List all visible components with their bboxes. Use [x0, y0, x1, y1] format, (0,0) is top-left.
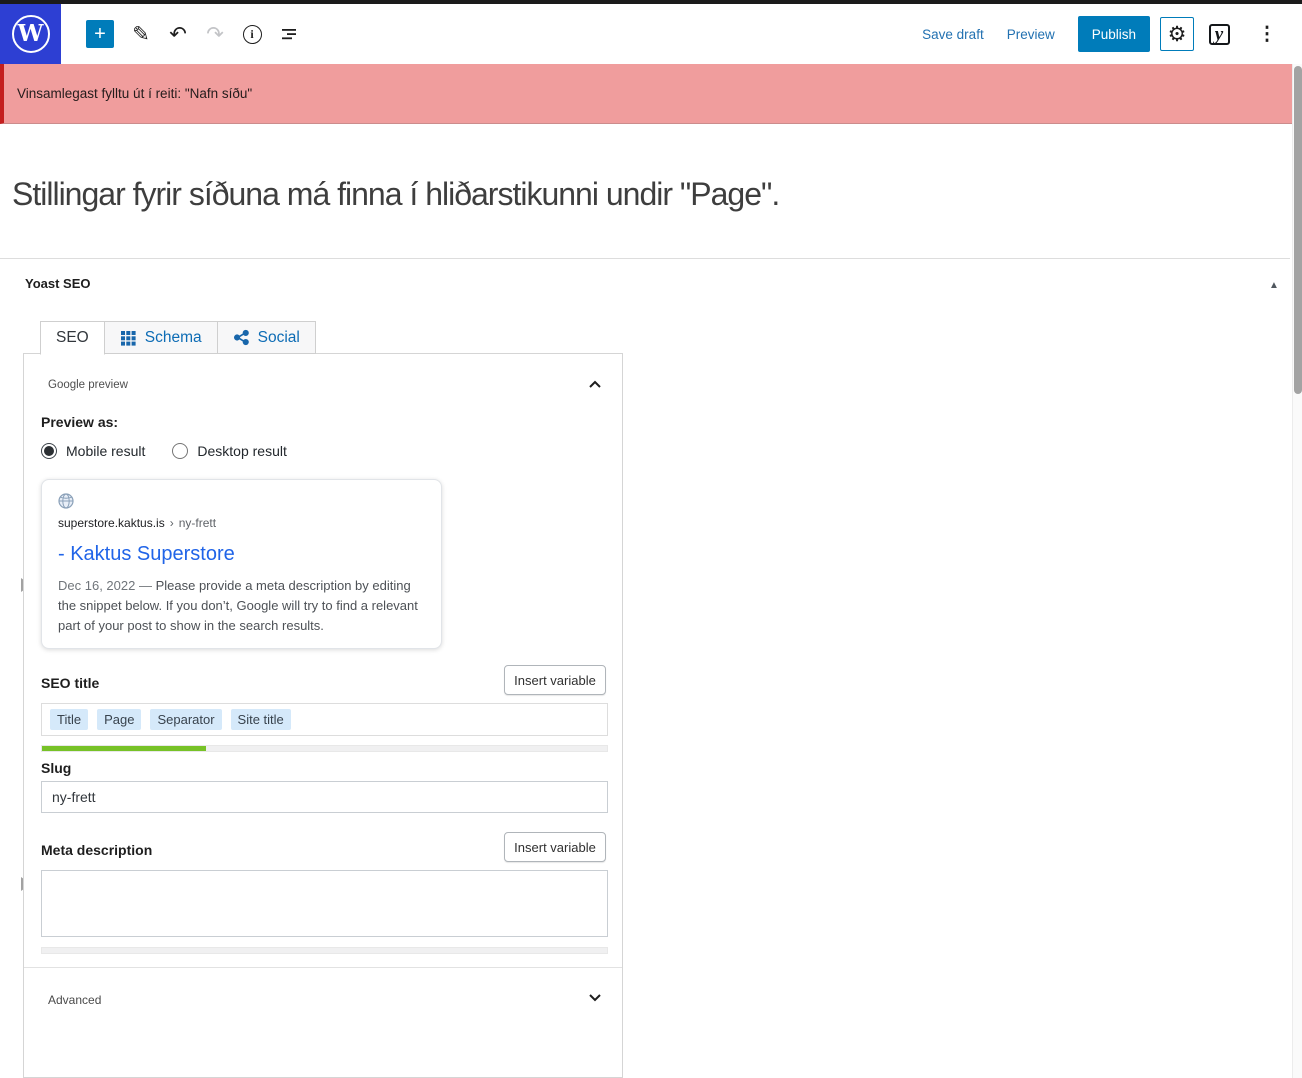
breadcrumb-separator: › — [170, 516, 174, 530]
gear-icon: ⚙ — [1168, 22, 1187, 47]
preview-mode-radios: Mobile result Desktop result — [41, 443, 314, 459]
chevron-up-icon — [586, 377, 604, 394]
variable-chip-page[interactable]: Page — [97, 709, 141, 730]
triangle-up-icon: ▲ — [1269, 280, 1279, 291]
variable-chip-separator[interactable]: Separator — [150, 709, 221, 730]
metabox-title: Yoast SEO — [25, 276, 91, 291]
redo-icon: ↷ — [206, 22, 224, 47]
save-draft-button[interactable]: Save draft — [922, 27, 984, 42]
meta-description-length-bar — [41, 947, 608, 954]
info-icon: i — [243, 25, 262, 44]
list-view-button[interactable] — [272, 17, 306, 51]
snippet-description: Dec 16, 2022 — Please provide a meta des… — [58, 576, 425, 636]
editor-toolbar: W + ✎ ↶ ↷ i Save draft Preview Publish ⚙… — [0, 4, 1292, 64]
snippet-url: superstore.kaktus.is › ny-frett — [58, 516, 425, 530]
pencil-icon: ✎ — [132, 22, 150, 47]
page-heading[interactable]: Stillingar fyrir síðuna má finna í hliða… — [12, 176, 1212, 213]
seo-title-length-fill — [42, 746, 206, 751]
preview-as-label: Preview as: — [41, 414, 118, 430]
chevron-down-icon — [586, 991, 604, 1008]
tab-schema[interactable]: Schema — [104, 321, 218, 354]
block-inserter-button[interactable]: + — [86, 20, 114, 48]
snippet-date: Dec 16, 2022 — [58, 578, 135, 593]
google-preview-section-toggle[interactable]: Google preview — [24, 374, 622, 402]
options-menu-button[interactable]: ⋮ — [1254, 17, 1280, 51]
tab-seo[interactable]: SEO — [40, 321, 105, 355]
wordpress-logo-button[interactable]: W — [0, 4, 61, 64]
desktop-result-radio[interactable]: Desktop result — [172, 443, 286, 459]
insert-variable-button-title[interactable]: Insert variable — [504, 665, 606, 695]
meta-description-input[interactable] — [41, 870, 608, 937]
snippet-title[interactable]: - Kaktus Superstore — [58, 543, 425, 566]
snippet-path: ny-frett — [179, 516, 216, 530]
edit-tool-button[interactable]: ✎ — [124, 17, 158, 51]
slug-label: Slug — [41, 760, 71, 776]
radio-selected-icon — [41, 443, 57, 459]
list-view-icon — [279, 24, 299, 44]
variable-chip-title[interactable]: Title — [50, 709, 88, 730]
toolbar-actions: Save draft Preview Publish ⚙ y ⋮ — [922, 16, 1292, 52]
snippet-site: superstore.kaktus.is — [58, 516, 165, 530]
preview-button[interactable]: Preview — [1007, 27, 1055, 42]
seo-title-label: SEO title — [41, 675, 99, 691]
scrollbar-thumb[interactable] — [1294, 66, 1302, 394]
desktop-result-label: Desktop result — [197, 443, 286, 459]
google-snippet-preview: superstore.kaktus.is › ny-frett - Kaktus… — [41, 479, 442, 649]
share-icon — [233, 329, 250, 346]
slug-input[interactable] — [41, 781, 608, 813]
redo-button[interactable]: ↷ — [198, 17, 232, 51]
advanced-section-toggle[interactable]: Advanced — [24, 987, 622, 1015]
notice-text: Vinsamlegast fylltu út í reiti: "Nafn sí… — [17, 86, 252, 101]
insert-variable-button-meta[interactable]: Insert variable — [504, 832, 606, 862]
validation-notice: Vinsamlegast fylltu út í reiti: "Nafn sí… — [0, 64, 1292, 124]
wordpress-logo-icon: W — [12, 15, 50, 53]
undo-button[interactable]: ↶ — [161, 17, 195, 51]
seo-title-input[interactable]: Title Page Separator Site title — [41, 703, 608, 736]
radio-unselected-icon — [172, 443, 188, 459]
yoast-seo-panel: Google preview Preview as: Mobile result… — [23, 353, 623, 1078]
grid-icon — [120, 329, 137, 346]
mobile-result-radio[interactable]: Mobile result — [41, 443, 145, 459]
scrollbar-track[interactable] — [1292, 64, 1302, 1078]
tab-schema-label: Schema — [145, 329, 202, 347]
yoast-seo-button[interactable]: y — [1202, 17, 1236, 51]
yoast-tabs: SEO Schema — [40, 321, 316, 355]
section-divider — [24, 967, 622, 968]
tab-social-label: Social — [258, 329, 300, 347]
publish-button[interactable]: Publish — [1078, 16, 1150, 52]
mobile-result-label: Mobile result — [66, 443, 145, 459]
tab-seo-label: SEO — [56, 329, 89, 347]
variable-chip-site-title[interactable]: Site title — [231, 709, 291, 730]
tab-social[interactable]: Social — [217, 321, 316, 354]
meta-description-label: Meta description — [41, 842, 152, 858]
globe-favicon-icon — [58, 493, 74, 509]
settings-button[interactable]: ⚙ — [1160, 17, 1194, 51]
metabox-divider — [0, 258, 1290, 259]
advanced-label: Advanced — [48, 993, 101, 1007]
wordpress-editor: W + ✎ ↶ ↷ i Save draft Preview Publish ⚙… — [0, 0, 1302, 1078]
kebab-menu-icon: ⋮ — [1258, 24, 1277, 45]
yoast-icon: y — [1209, 24, 1230, 45]
metabox-collapse-button[interactable]: ▲ — [1264, 277, 1284, 293]
undo-icon: ↶ — [169, 22, 187, 47]
seo-title-length-bar — [41, 745, 608, 752]
details-button[interactable]: i — [235, 17, 269, 51]
google-preview-label: Google preview — [48, 379, 128, 391]
